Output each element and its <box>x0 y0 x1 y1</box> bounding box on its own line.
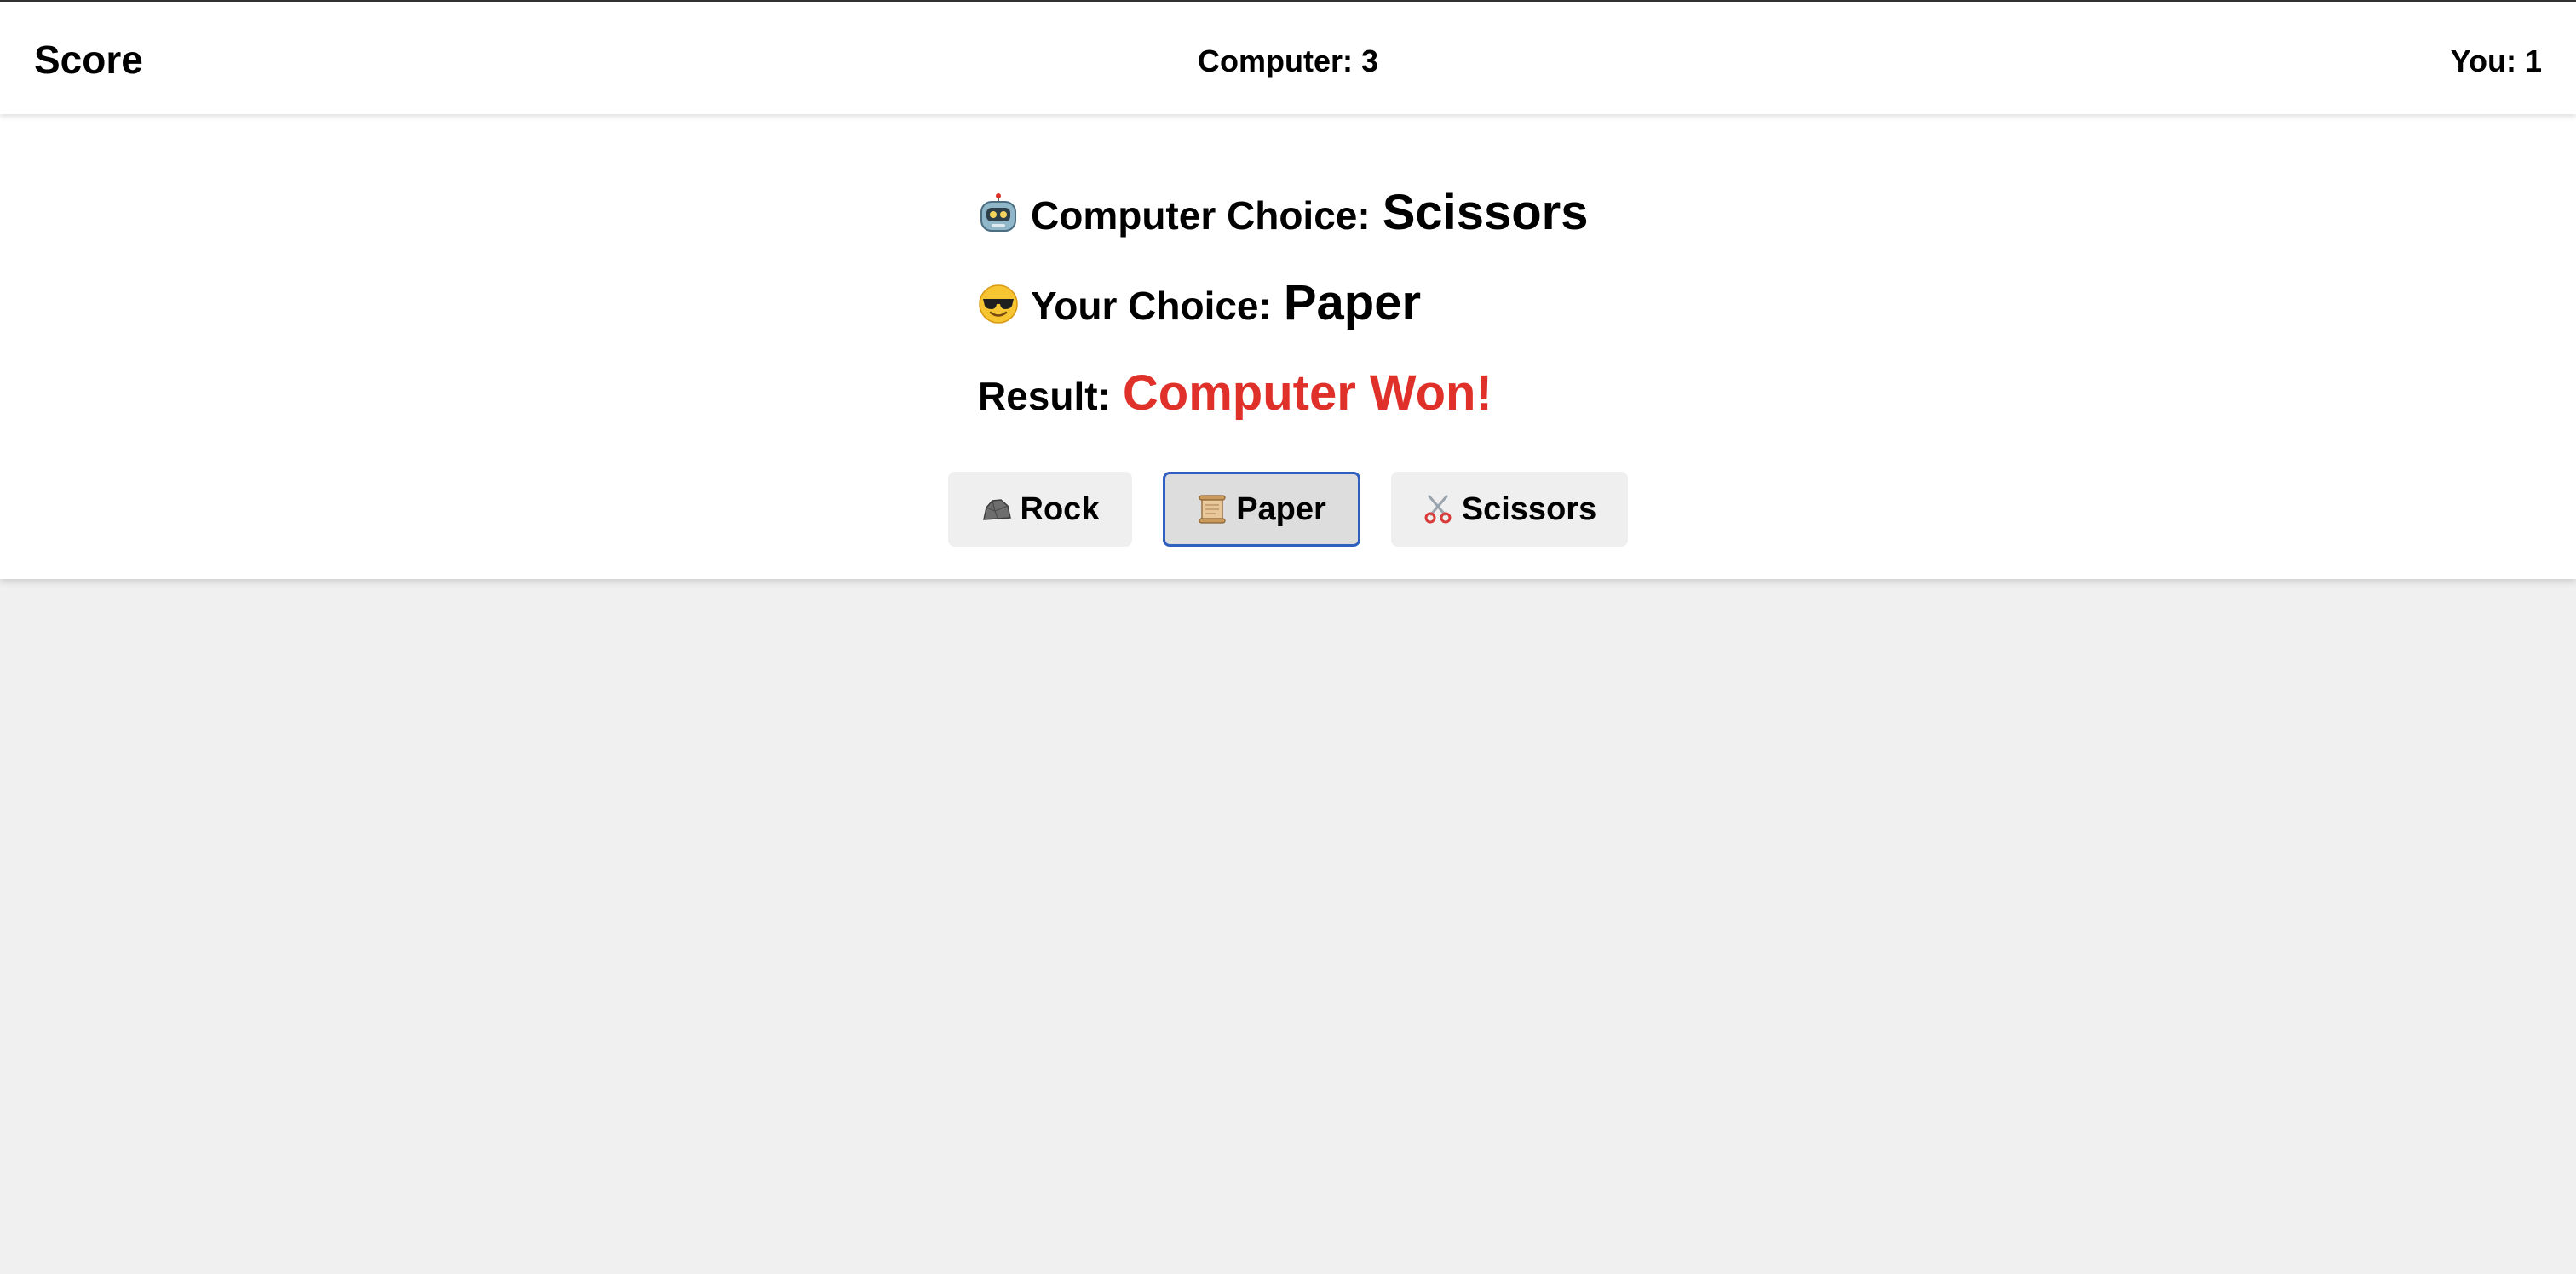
your-choice-label: Your Choice: <box>1031 284 1272 328</box>
rock-button-label: Rock <box>1020 491 1100 527</box>
sunglasses-face-icon <box>978 284 1019 324</box>
paper-button-label: Paper <box>1236 491 1326 527</box>
rock-button[interactable]: Rock <box>948 472 1132 547</box>
computer-choice-label: Computer Choice: <box>1031 193 1371 238</box>
scissors-icon <box>1423 494 1453 525</box>
your-choice-line: Your Choice: Paper <box>978 274 1421 331</box>
choice-buttons: Rock Paper Scissors <box>0 472 2576 547</box>
paper-button[interactable]: Paper <box>1163 472 1360 547</box>
you-score: You: 1 <box>2450 43 2542 78</box>
result-label: Result: <box>978 374 1111 418</box>
score-title: Score <box>34 37 143 82</box>
result-value: Computer Won! <box>1122 365 1492 421</box>
rock-icon <box>981 494 1012 525</box>
result-line: Result: Computer Won! <box>978 364 1492 422</box>
game-panel: Computer Choice: Scissors Your Choice: P… <box>0 114 2576 579</box>
scissors-button[interactable]: Scissors <box>1391 472 1628 547</box>
scroll-icon <box>1197 494 1228 525</box>
computer-choice-line: Computer Choice: Scissors <box>978 184 1589 241</box>
robot-face-icon <box>978 193 1019 234</box>
computer-score: Computer: 3 <box>1197 43 1378 78</box>
score-bar: Score Computer: 3 You: 1 <box>0 2 2576 114</box>
computer-choice-value: Scissors <box>1382 185 1589 240</box>
computer-score-container: Computer: 3 <box>0 43 2576 80</box>
scissors-button-label: Scissors <box>1461 491 1597 527</box>
your-choice-value: Paper <box>1283 275 1422 330</box>
